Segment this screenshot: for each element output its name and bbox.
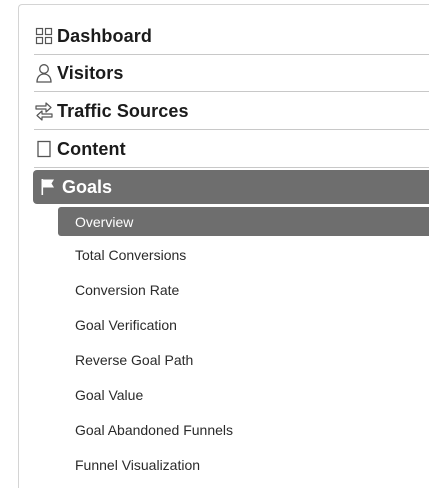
- subnav-item-label: Total Conversions: [75, 247, 187, 263]
- nav-item-label: Dashboard: [57, 25, 152, 46]
- subnav-item-total-conversions[interactable]: Total Conversions: [75, 243, 186, 267]
- subnav-item-funnel-visualization[interactable]: Funnel Visualization: [75, 453, 200, 477]
- nav-item-visitors[interactable]: Visitors: [34, 55, 429, 92]
- subnav-item-goal-value[interactable]: Goal Value: [75, 383, 143, 407]
- subnav-item-label: Funnel Visualization: [75, 457, 201, 473]
- subnav-item-goal-abandoned-funnels[interactable]: Goal Abandoned Funnels: [75, 418, 233, 442]
- subnav-item-goal-verification[interactable]: Goal Verification: [75, 313, 177, 337]
- subnav-item-label: Goal Abandoned Funnels: [75, 422, 234, 438]
- subnav-item-label: Goal Value: [75, 387, 144, 403]
- grid-icon: [34, 25, 54, 47]
- subnav-item-label: Overview: [75, 213, 134, 230]
- nav-item-dashboard[interactable]: Dashboard: [34, 18, 429, 55]
- nav-item-goals[interactable]: Goals: [33, 170, 429, 204]
- arrows-icon: [34, 100, 54, 122]
- nav-panel: Dashboard Visitors Traffic Sources Conte…: [18, 4, 429, 488]
- subnav-item-reverse-goal-path[interactable]: Reverse Goal Path: [75, 348, 193, 372]
- subnav-item-overview[interactable]: Overview: [58, 207, 429, 236]
- nav-item-label: Visitors: [57, 62, 124, 83]
- nav-item-label: Goals: [62, 176, 113, 197]
- nav-item-label: Content: [57, 138, 126, 159]
- subnav-item-label: Conversion Rate: [75, 282, 180, 298]
- subnav-item-label: Goal Verification: [75, 317, 177, 333]
- subnav-item-label: Reverse Goal Path: [75, 352, 194, 368]
- person-icon: [34, 62, 54, 84]
- page-icon: [34, 138, 54, 160]
- nav-item-traffic-sources[interactable]: Traffic Sources: [34, 93, 429, 130]
- flag-icon: [38, 176, 58, 198]
- nav-item-label: Traffic Sources: [57, 100, 189, 121]
- subnav-item-conversion-rate[interactable]: Conversion Rate: [75, 278, 179, 302]
- nav-item-content[interactable]: Content: [34, 131, 429, 168]
